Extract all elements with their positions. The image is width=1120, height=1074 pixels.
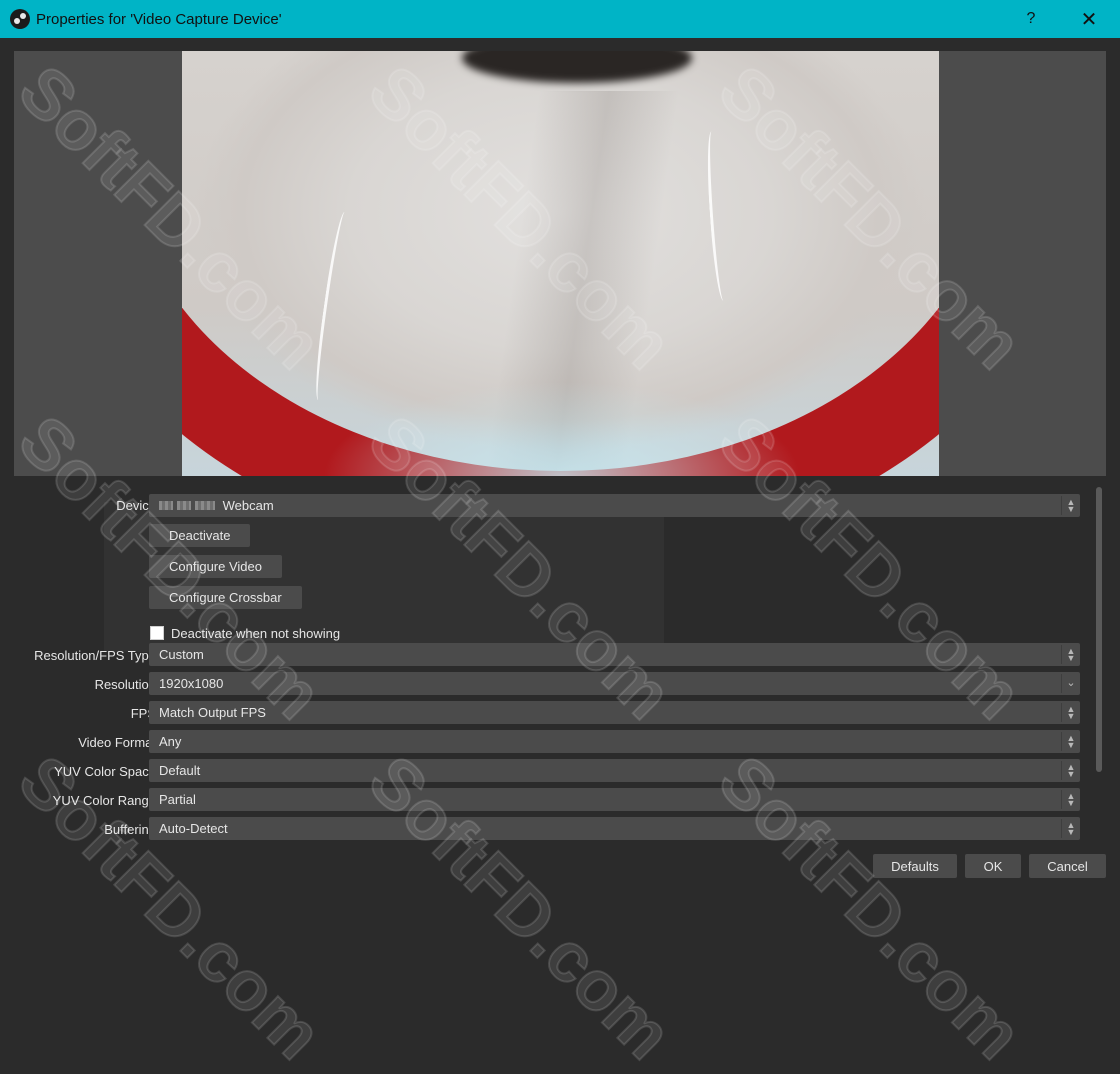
updown-arrow-icon: ▲ ▼ [1061,732,1080,751]
video-format-label: Video Format [78,735,156,750]
updown-arrow-icon: ▲ ▼ [1061,645,1080,664]
deactivate-when-not-showing-label: Deactivate when not showing [171,626,341,641]
preview-area [14,51,1106,476]
scrollbar-thumb[interactable] [1096,487,1102,772]
deactivate-button[interactable]: Deactivate [149,524,251,547]
resolution-fps-type-label: Resolution/FPS Type [34,648,156,663]
resolution-select[interactable]: 1920x1080 ⌄ [149,672,1080,695]
resolution-value: 1920x1080 [159,676,224,691]
yuv-color-range-select[interactable]: Partial ▲ ▼ [149,788,1080,811]
fps-value: Match Output FPS [159,705,266,720]
video-format-select[interactable]: Any ▲ ▼ [149,730,1080,753]
updown-arrow-icon: ▲ ▼ [1061,496,1080,515]
title-bar: Properties for 'Video Capture Device' ? … [0,0,1120,38]
buffering-select[interactable]: Auto-Detect ▲ ▼ [149,817,1080,840]
obs-logo-icon [10,9,30,29]
configure-crossbar-button[interactable]: Configure Crossbar [149,586,302,609]
help-button[interactable]: ? [1008,0,1054,38]
ok-button[interactable]: OK [965,854,1021,878]
form-scrollbar[interactable] [1094,483,1104,841]
cancel-button[interactable]: Cancel [1029,854,1106,878]
chevron-down-icon: ⌄ [1061,674,1080,693]
window-title: Properties for 'Video Capture Device' [36,10,282,28]
buffering-value: Auto-Detect [159,821,228,836]
resolution-label: Resolution [94,677,156,692]
configure-video-button[interactable]: Configure Video [149,555,282,578]
updown-arrow-icon: ▲ ▼ [1061,703,1080,722]
close-button[interactable]: ✕ [1066,0,1112,38]
device-select[interactable]: Webcam ▲ ▼ [149,494,1080,517]
yuv-color-space-label: YUV Color Space [54,764,156,779]
camera-preview [182,51,939,476]
video-format-value: Any [159,734,182,749]
device-value: Webcam [222,498,274,513]
updown-arrow-icon: ▲ ▼ [1061,790,1080,809]
fps-select[interactable]: Match Output FPS ▲ ▼ [149,701,1080,724]
defaults-button[interactable]: Defaults [873,854,957,878]
yuv-color-range-label: YUV Color Range [52,793,156,808]
resolution-fps-type-select[interactable]: Custom ▲ ▼ [149,643,1080,666]
resolution-fps-type-value: Custom [159,647,204,662]
updown-arrow-icon: ▲ ▼ [1061,761,1080,780]
yuv-color-space-value: Default [159,763,201,778]
yuv-color-range-value: Partial [159,792,196,807]
yuv-color-space-select[interactable]: Default ▲ ▼ [149,759,1080,782]
deactivate-when-not-showing-checkbox[interactable] [150,626,164,640]
updown-arrow-icon: ▲ ▼ [1061,819,1080,838]
